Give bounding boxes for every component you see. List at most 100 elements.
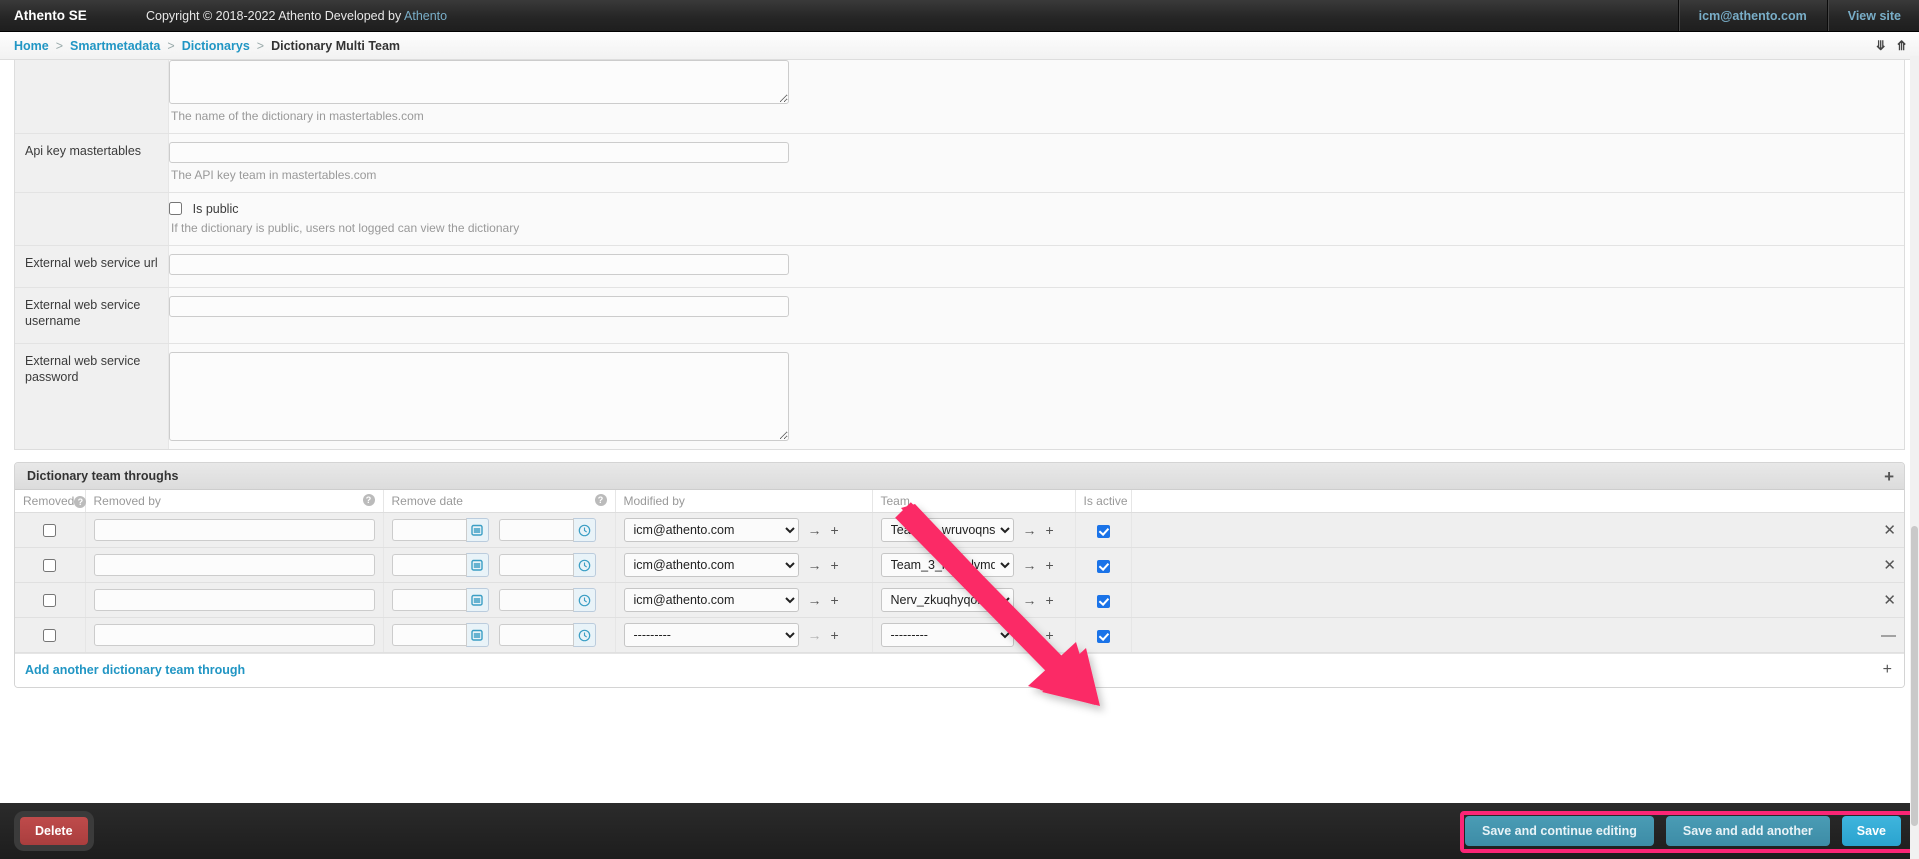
clock-icon[interactable] [573, 623, 596, 647]
removed-by-input[interactable] [94, 624, 375, 646]
form-label-is-public [15, 193, 169, 245]
removed-checkbox[interactable] [43, 559, 56, 572]
is-active-checkbox[interactable] [1097, 595, 1110, 608]
cell-team: Team_3_icpxhlvmdc → + [872, 548, 1075, 583]
removed-by-input[interactable] [94, 589, 375, 611]
add-related-icon[interactable]: + [1046, 627, 1054, 643]
remove-date-input[interactable] [392, 589, 466, 611]
vertical-scrollbar[interactable] [1910, 56, 1919, 859]
view-related-icon[interactable]: → [1023, 557, 1037, 573]
remove-date-input[interactable] [392, 519, 466, 541]
breadcrumb-tools: ⤋ ⤊ [1875, 39, 1919, 52]
view-related-icon[interactable]: → [808, 592, 822, 608]
help-text-dictionary-name: The name of the dictionary in mastertabl… [169, 104, 1904, 125]
cell-remove-date [383, 583, 615, 618]
add-related-icon[interactable]: + [1046, 557, 1054, 573]
ws-username-input[interactable] [169, 296, 789, 317]
removed-checkbox[interactable] [43, 524, 56, 537]
removed-by-input[interactable] [94, 519, 375, 541]
ws-password-textarea[interactable] [169, 352, 789, 441]
remove-time-input[interactable] [499, 589, 573, 611]
is-active-checkbox[interactable] [1097, 525, 1110, 538]
ws-url-input[interactable] [169, 254, 789, 275]
scrollbar-thumb[interactable] [1911, 526, 1918, 826]
is-public-checkbox-label[interactable]: Is public [169, 201, 238, 216]
modified-by-select[interactable]: icm@athento.com [624, 553, 799, 577]
add-related-icon[interactable]: + [831, 557, 839, 573]
save-and-add-another-button[interactable]: Save and add another [1666, 816, 1830, 846]
help-icon[interactable]: ? [74, 496, 86, 508]
clock-icon[interactable] [573, 518, 596, 542]
add-related-icon[interactable]: + [1046, 522, 1054, 538]
modified-by-select[interactable]: icm@athento.com [624, 518, 799, 542]
is-active-checkbox[interactable] [1097, 560, 1110, 573]
inline-group-dictionary-team-throughs: Dictionary team throughs + Removed? Remo… [14, 462, 1905, 688]
help-text-api-key: The API key team in mastertables.com [169, 163, 1904, 184]
calendar-icon[interactable] [466, 623, 489, 647]
view-related-icon[interactable]: → [808, 522, 822, 538]
breadcrumb-item-home[interactable]: Home [14, 39, 49, 53]
add-another-row-link[interactable]: Add another dictionary team through [25, 663, 245, 677]
clock-icon[interactable] [573, 588, 596, 612]
view-related-icon[interactable]: → [808, 557, 822, 573]
is-active-checkbox[interactable] [1097, 630, 1110, 643]
team-select[interactable]: Nerv_zkuqhyqomb [881, 588, 1014, 612]
modified-by-select[interactable]: icm@athento.com [624, 588, 799, 612]
table-body: icm@athento.com → + Team_2_wruvoqnsal → … [15, 513, 1904, 653]
breadcrumb-item-smartmetadata[interactable]: Smartmetadata [70, 39, 160, 53]
calendar-icon[interactable] [466, 553, 489, 577]
removed-checkbox[interactable] [43, 594, 56, 607]
view-related-icon[interactable]: → [1023, 592, 1037, 608]
delete-button[interactable]: Delete [20, 817, 88, 845]
add-related-icon[interactable]: + [831, 522, 839, 538]
column-label-removed-by: Removed by [94, 494, 161, 508]
user-email-link[interactable]: icm@athento.com [1678, 0, 1827, 31]
removed-by-input[interactable] [94, 554, 375, 576]
save-and-continue-editing-button[interactable]: Save and continue editing [1465, 816, 1654, 846]
removed-checkbox[interactable] [43, 629, 56, 642]
cell-removed-by [85, 513, 383, 548]
dictionary-name-textarea[interactable] [169, 60, 789, 104]
chevron-double-up-icon[interactable]: ⤊ [1896, 39, 1907, 52]
save-button[interactable]: Save [1842, 816, 1901, 846]
athento-link[interactable]: Athento [404, 9, 447, 23]
add-related-icon[interactable]: + [831, 627, 839, 643]
help-icon[interactable]: ? [363, 494, 375, 506]
add-related-icon[interactable]: + [831, 592, 839, 608]
column-header-removed-by: Removed by? [85, 490, 383, 513]
remove-date-input[interactable] [392, 554, 466, 576]
modified-by-select[interactable]: --------- [624, 623, 799, 647]
cell-modified-by: icm@athento.com → + [615, 583, 872, 618]
breadcrumb-item-dictionarys[interactable]: Dictionarys [182, 39, 250, 53]
calendar-icon[interactable] [466, 588, 489, 612]
team-select[interactable]: --------- [881, 623, 1014, 647]
remove-row-icon[interactable]: ✕ [1883, 592, 1896, 609]
add-row-plus-icon[interactable]: + [1883, 661, 1892, 679]
remove-row-icon[interactable]: ✕ [1883, 557, 1896, 574]
cell-delete: ✕ [1131, 513, 1904, 548]
remove-time-input[interactable] [499, 554, 573, 576]
clock-icon[interactable] [573, 553, 596, 577]
add-related-icon[interactable]: + [1046, 592, 1054, 608]
column-header-modified-by: Modified by [615, 490, 872, 513]
remove-date-input[interactable] [392, 624, 466, 646]
team-select[interactable]: Team_3_icpxhlvmdc [881, 553, 1014, 577]
help-icon[interactable]: ? [595, 494, 607, 506]
is-public-checkbox[interactable] [169, 202, 182, 215]
add-inline-row-icon[interactable]: + [1884, 468, 1894, 485]
remove-time-input[interactable] [499, 624, 573, 646]
cell-removed-by [85, 583, 383, 618]
remove-time-input[interactable] [499, 519, 573, 541]
table-row: icm@athento.com → + Team_2_wruvoqnsal → … [15, 513, 1904, 548]
cell-delete: ✕ [1131, 583, 1904, 618]
view-related-icon[interactable]: → [1023, 522, 1037, 538]
calendar-icon[interactable] [466, 518, 489, 542]
chevron-double-down-icon[interactable]: ⤋ [1875, 39, 1886, 52]
team-select[interactable]: Team_2_wruvoqnsal [881, 518, 1014, 542]
view-site-link[interactable]: View site [1827, 0, 1919, 31]
main-content: The name of the dictionary in mastertabl… [0, 60, 1919, 688]
remove-row-icon[interactable]: — [1881, 627, 1896, 644]
remove-row-icon[interactable]: ✕ [1883, 522, 1896, 539]
api-key-input[interactable] [169, 142, 789, 163]
breadcrumb-separator: > [257, 39, 264, 53]
